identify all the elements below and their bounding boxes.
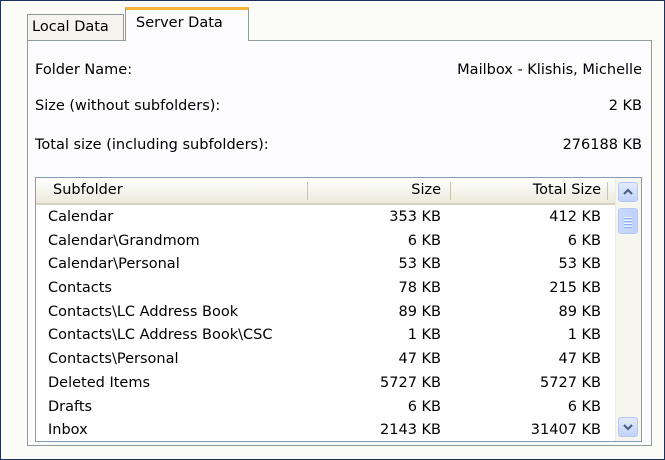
subfolder-name: Calendar\Personal [48,256,180,273]
scroll-down-button[interactable] [618,417,638,437]
table-row[interactable]: Contacts\LC Address Book\CSC 1 KB 1 KB [36,324,616,348]
subfolder-size: 2143 KB [380,422,441,439]
table-row[interactable]: Inbox 2143 KB 31407 KB [36,419,616,441]
column-divider[interactable] [607,182,608,200]
size-value: 2 KB [608,98,642,114]
folder-name-label: Folder Name: [35,62,133,78]
table-row[interactable]: Contacts\LC Address Book 89 KB 89 KB [36,301,616,325]
subfolder-name: Drafts [48,398,93,415]
subfolder-size: 53 KB [398,256,441,273]
vertical-scrollbar[interactable] [615,178,641,441]
column-header-size[interactable]: Size [411,178,441,203]
subfolder-name: Contacts\Personal [48,351,179,368]
tab-local-data[interactable]: Local Data [27,14,124,40]
total-size-value: 276188 KB [562,137,642,153]
thumb-grip [624,217,632,219]
column-header-subfolder[interactable]: Subfolder [53,178,123,203]
table-row[interactable]: Deleted Items 5727 KB 5727 KB [36,372,616,396]
subfolder-total-size: 53 KB [558,256,601,273]
table-row[interactable]: Calendar\Personal 53 KB 53 KB [36,253,616,277]
subfolder-name: Contacts\LC Address Book [48,303,239,320]
size-label: Size (without subfolders): [35,98,221,114]
subfolder-total-size: 215 KB [549,280,601,297]
subfolder-size: 5727 KB [380,374,441,391]
list-header: Subfolder Size Total Size [36,178,616,205]
subfolder-total-size: 6 KB [567,398,601,415]
folder-size-dialog: Local Data Server Data Folder Name: Mail… [0,0,665,460]
thumb-grip [624,220,632,222]
subfolder-size: 1 KB [407,327,441,344]
subfolder-name: Contacts [48,280,112,297]
subfolder-name: Inbox [48,422,88,439]
subfolder-size: 6 KB [407,398,441,415]
tab-server-data[interactable]: Server Data [125,7,249,41]
scrollbar-thumb[interactable] [618,208,638,234]
subfolder-total-size: 5727 KB [540,374,601,391]
chevron-up-icon [623,188,633,195]
tab-label: Local Data [32,19,109,35]
list-rows: Calendar 353 KB 412 KB Calendar\Grandmom… [36,206,616,441]
subfolder-size: 353 KB [389,209,441,225]
subfolder-size: 89 KB [398,303,441,320]
folder-name-value: Mailbox - Klishis, Michelle [457,62,642,78]
thumb-grip [624,226,632,228]
column-divider[interactable] [450,182,451,200]
subfolder-size: 78 KB [398,280,441,297]
subfolder-size: 47 KB [398,351,441,368]
chevron-down-icon [623,424,633,431]
table-row[interactable]: Calendar\Grandmom 6 KB 6 KB [36,230,616,254]
table-row[interactable]: Drafts 6 KB 6 KB [36,396,616,420]
subfolder-total-size: 47 KB [558,351,601,368]
column-divider[interactable] [307,182,308,200]
scroll-up-button[interactable] [618,182,638,202]
subfolder-name: Calendar\Grandmom [48,232,200,249]
column-header-total-size[interactable]: Total Size [533,178,601,203]
subfolder-name: Contacts\LC Address Book\CSC [48,327,273,344]
tab-label: Server Data [136,15,223,31]
subfolder-total-size: 6 KB [567,232,601,249]
subfolder-name: Calendar [48,209,114,225]
thumb-grip [624,223,632,225]
subfolder-total-size: 412 KB [549,209,601,225]
subfolder-size: 6 KB [407,232,441,249]
subfolder-name: Deleted Items [48,374,151,391]
subfolder-list[interactable]: Subfolder Size Total Size Calendar 353 K… [35,177,642,442]
table-row[interactable]: Contacts 78 KB 215 KB [36,277,616,301]
subfolder-total-size: 89 KB [558,303,601,320]
table-row[interactable]: Calendar 353 KB 412 KB [36,206,616,230]
table-row[interactable]: Contacts\Personal 47 KB 47 KB [36,348,616,372]
total-size-label: Total size (including subfolders): [35,137,269,153]
subfolder-total-size: 1 KB [567,327,601,344]
subfolder-total-size: 31407 KB [530,422,601,439]
